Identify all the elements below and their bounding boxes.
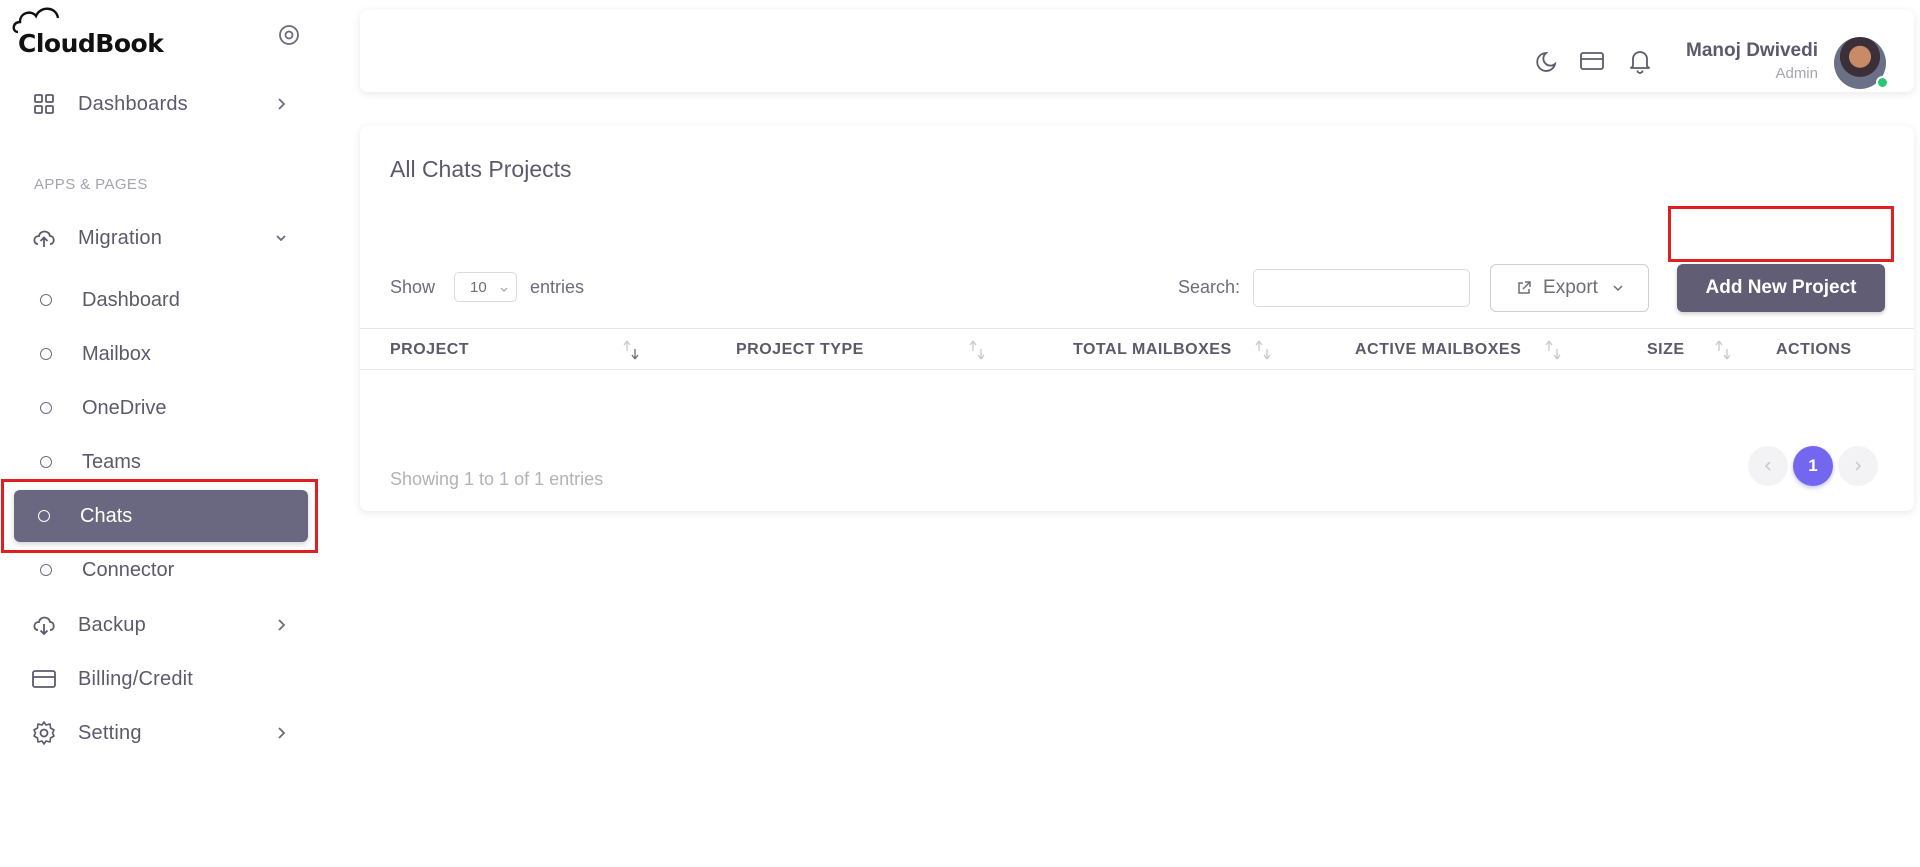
search-input[interactable] xyxy=(1253,269,1470,307)
user-role: Admin xyxy=(1775,65,1818,82)
add-new-project-button[interactable]: Add New Project xyxy=(1677,264,1885,312)
column-header-active-mailboxes[interactable]: ACTIVE MAILBOXES xyxy=(1355,341,1521,359)
sidebar-item-label: Backup xyxy=(78,613,146,636)
entries-label: entries xyxy=(530,277,585,297)
top-navbar: Manoj Dwivedi Admin xyxy=(360,10,1914,92)
sidebar-item-label: Migration xyxy=(78,226,163,249)
circle-icon xyxy=(40,348,52,360)
sidebar-subitem-chats[interactable]: Chats xyxy=(14,490,308,542)
sidebar-subitem-label: Dashboard xyxy=(82,288,180,311)
chevron-down-icon xyxy=(500,287,508,292)
circle-icon xyxy=(40,564,52,576)
chevron-down-icon xyxy=(276,235,286,242)
chevron-down-icon xyxy=(1613,285,1623,292)
sort-icon[interactable] xyxy=(1542,337,1564,363)
sort-icon[interactable] xyxy=(966,337,988,363)
gear-icon xyxy=(30,719,58,747)
brand-name: CloudBook xyxy=(18,28,164,58)
grid-icon xyxy=(30,90,58,118)
sort-icon[interactable] xyxy=(620,337,642,363)
user-name: Manoj Dwivedi xyxy=(1686,40,1818,61)
page-title: All Chats Projects xyxy=(390,156,572,182)
chevron-right-icon xyxy=(278,98,286,110)
cloud-upload-icon xyxy=(30,224,58,252)
sidebar-item-migration[interactable]: Migration xyxy=(16,213,306,263)
pagination-page-button[interactable]: 1 xyxy=(1793,446,1833,486)
chevron-right-icon xyxy=(278,727,286,739)
column-header-actions: ACTIONS xyxy=(1776,341,1852,358)
circle-icon xyxy=(40,402,52,414)
projects-card: All Chats Projects Show 10 entries Searc… xyxy=(360,126,1914,511)
online-status-badge xyxy=(1876,76,1889,89)
column-header-project[interactable]: PROJECT xyxy=(390,341,469,359)
external-link-icon xyxy=(1518,281,1531,294)
export-label: Export xyxy=(1543,277,1598,298)
highlight-add-button xyxy=(1668,206,1894,262)
sidebar-item-backup[interactable]: Backup xyxy=(16,600,306,650)
circle-icon xyxy=(40,456,52,468)
sidebar-subitem-label: Teams xyxy=(82,450,141,473)
sidebar-subitem-teams[interactable]: Teams xyxy=(16,437,306,487)
credit-card-icon[interactable] xyxy=(1579,48,1605,74)
column-header-project-type[interactable]: PROJECT TYPE xyxy=(736,341,864,359)
cloud-download-icon xyxy=(30,611,58,639)
entries-select[interactable]: 10 xyxy=(454,272,517,302)
bell-icon[interactable] xyxy=(1627,48,1653,74)
sidebar: CloudBook Dashboards APPS & PAGES Migrat… xyxy=(0,0,330,867)
sidebar-subitem-label: OneDrive xyxy=(82,396,167,419)
credit-card-icon xyxy=(30,665,58,693)
moon-icon[interactable] xyxy=(1535,48,1561,74)
entries-select-value: 10 xyxy=(470,279,487,296)
pagination-previous-button[interactable] xyxy=(1748,446,1788,486)
sidebar-item-billing[interactable]: Billing/Credit xyxy=(16,654,306,704)
sidebar-item-label: Setting xyxy=(78,721,142,744)
export-button[interactable]: Export xyxy=(1490,264,1649,312)
search-label: Search: xyxy=(1178,277,1241,297)
brand-logo[interactable]: CloudBook xyxy=(12,7,164,68)
circle-icon xyxy=(38,510,50,522)
sidebar-item-setting[interactable]: Setting xyxy=(16,708,306,758)
chevron-right-icon xyxy=(278,619,286,631)
sidebar-subitem-label: Chats xyxy=(80,504,133,527)
sidebar-subitem-onedrive[interactable]: OneDrive xyxy=(16,383,306,433)
sort-icon[interactable] xyxy=(1712,337,1734,363)
chevron-left-icon xyxy=(1764,461,1771,471)
show-label: Show xyxy=(390,277,436,297)
pagination-next-button[interactable] xyxy=(1838,446,1878,486)
sidebar-subitem-mailbox[interactable]: Mailbox xyxy=(16,329,306,379)
sidebar-item-label: Billing/Credit xyxy=(78,667,194,690)
sidebar-toggle-icon[interactable] xyxy=(278,24,300,46)
column-header-total-mailboxes[interactable]: TOTAL MAILBOXES xyxy=(1073,341,1232,359)
sidebar-subitem-connector[interactable]: Connector xyxy=(16,545,306,595)
section-title: APPS & PAGES xyxy=(34,176,148,193)
sidebar-item-label: Dashboards xyxy=(78,92,188,115)
circle-icon xyxy=(40,294,52,306)
sidebar-item-dashboards[interactable]: Dashboards xyxy=(16,79,306,129)
pagination-info: Showing 1 to 1 of 1 entries xyxy=(390,469,604,489)
sidebar-subitem-label: Mailbox xyxy=(82,342,151,365)
table-header: PROJECT PROJECT TYPE TOTAL MAILBOXES ACT… xyxy=(360,328,1914,370)
sidebar-subitem-dashboard[interactable]: Dashboard xyxy=(16,275,306,325)
sort-icon[interactable] xyxy=(1252,337,1274,363)
column-header-size[interactable]: SIZE xyxy=(1647,341,1685,359)
chevron-right-icon xyxy=(1855,461,1862,471)
sidebar-subitem-label: Connector xyxy=(82,558,175,581)
